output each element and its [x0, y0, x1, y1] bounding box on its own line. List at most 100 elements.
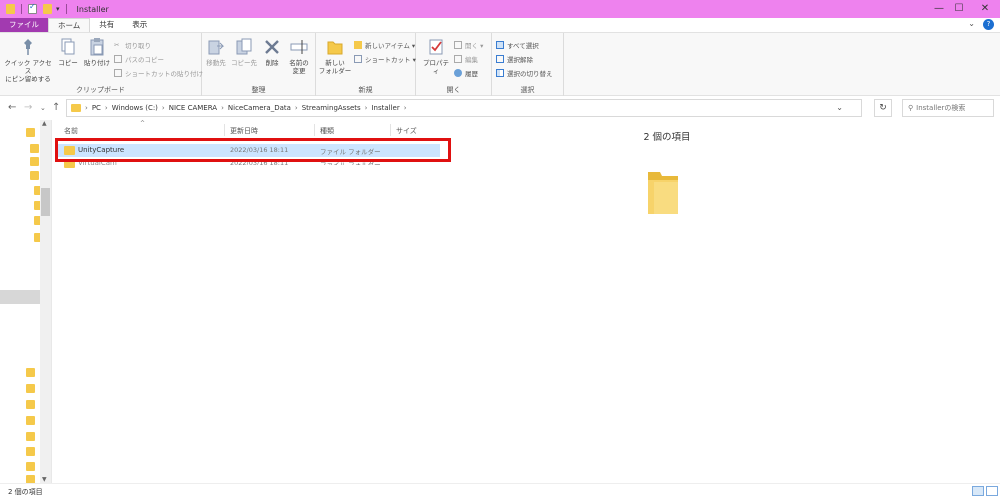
select-all-button[interactable]: すべて選択	[496, 40, 539, 50]
chevron-down-icon[interactable]: ▾	[56, 5, 60, 13]
folder-icon[interactable]	[30, 171, 39, 180]
separator	[65, 4, 67, 14]
large-folder-icon	[646, 168, 680, 216]
folder-icon[interactable]	[26, 432, 35, 441]
history-button[interactable]: 履歴	[454, 68, 478, 78]
nav-pane-scrollbar[interactable]: ▲ ▼	[40, 120, 51, 483]
chevron-right-icon[interactable]: ›	[85, 104, 88, 112]
paste-shortcut-label: ショートカットの貼り付け	[125, 70, 203, 78]
edit-button[interactable]: 編集	[454, 54, 478, 64]
folder-icon[interactable]	[26, 384, 35, 393]
breadcrumb-nicecamera-data[interactable]: NiceCamera_Data	[228, 104, 291, 112]
column-divider[interactable]	[314, 124, 315, 136]
delete-icon	[263, 37, 281, 57]
folder-icon[interactable]	[26, 400, 35, 409]
rename-label: 名前の 変更	[289, 59, 309, 75]
separator	[21, 4, 22, 14]
tab-home[interactable]: ホーム	[48, 18, 91, 32]
copy-path-button[interactable]: パスのコピー	[114, 54, 164, 64]
folder-icon[interactable]	[26, 128, 35, 137]
folder-icon[interactable]	[30, 157, 39, 166]
invert-selection-label: 選択の切り替え	[507, 70, 553, 78]
group-open: プロパティ 開く ▾ 編集 履歴 開く	[416, 33, 492, 97]
recent-locations-chevron-icon[interactable]: ⌄	[40, 104, 46, 112]
help-icon[interactable]: ?	[983, 19, 994, 30]
scrollbar-thumb[interactable]	[41, 188, 50, 216]
tab-share[interactable]: 共有	[90, 18, 123, 32]
title-bar: ▾ Installer — ☐ ✕	[0, 0, 1000, 18]
paste-label: 貼り付け	[84, 59, 110, 67]
large-icons-view-icon[interactable]	[986, 486, 998, 496]
copy-button[interactable]: コピー	[56, 37, 80, 67]
chevron-right-icon[interactable]: ›	[221, 104, 224, 112]
breadcrumb-installer[interactable]: Installer	[371, 104, 399, 112]
breadcrumb-pc[interactable]: PC	[92, 104, 101, 112]
new-item-button[interactable]: 新しいアイテム ▾	[354, 40, 415, 50]
clipboard-icon	[88, 37, 106, 57]
column-header-size[interactable]: サイズ	[396, 126, 417, 136]
select-all-icon	[496, 41, 504, 49]
column-header-type[interactable]: 種類	[320, 126, 334, 136]
chevron-right-icon[interactable]: ›	[365, 104, 368, 112]
chevron-down-icon[interactable]: ⌄	[968, 19, 975, 30]
folder-icon[interactable]	[26, 447, 35, 456]
search-box[interactable]: ⚲	[902, 99, 994, 117]
scroll-down-icon[interactable]: ▼	[42, 476, 47, 483]
selected-tree-item[interactable]	[0, 290, 40, 304]
rename-button[interactable]: 名前の 変更	[286, 37, 312, 75]
breadcrumb-nice-camera[interactable]: NICE CAMERA	[169, 104, 217, 112]
ribbon-tabs: ファイル ホーム 共有 表示 ⌄ ?	[0, 18, 1000, 32]
chevron-down-icon[interactable]: ⌄	[836, 103, 843, 112]
invert-selection-button[interactable]: 選択の切り替え	[496, 68, 553, 78]
forward-arrow-icon[interactable]: →	[24, 102, 32, 113]
breadcrumb-streamingassets[interactable]: StreamingAssets	[302, 104, 361, 112]
chevron-right-icon[interactable]: ›	[295, 104, 298, 112]
copy-path-icon	[114, 55, 122, 63]
preview-item-count: 2 個の項目	[643, 132, 691, 143]
up-arrow-icon[interactable]: ↑	[52, 102, 60, 113]
folder-icon[interactable]	[30, 144, 39, 153]
navigation-bar: ← → ⌄ ↑ › PC › Windows (C:) › NICE CAMER…	[0, 96, 1000, 120]
properties-quick-icon[interactable]	[28, 2, 37, 14]
copy-to-button[interactable]: コピー先	[230, 37, 258, 67]
cut-button[interactable]: ✂ 切り取り	[114, 40, 151, 50]
column-header-name[interactable]: 名前	[64, 126, 78, 136]
refresh-button[interactable]: ↻	[874, 99, 892, 117]
shortcut-icon	[354, 55, 362, 63]
folder-icon[interactable]	[26, 368, 35, 377]
window-title: Installer	[76, 4, 109, 14]
scroll-up-icon[interactable]: ▲	[42, 120, 47, 127]
group-new: 新しい フォルダー 新しいアイテム ▾ ショートカット ▾ 新規	[316, 33, 416, 97]
delete-button[interactable]: 削除	[262, 37, 282, 67]
move-to-label: 移動先	[206, 59, 226, 67]
search-input[interactable]	[916, 104, 991, 112]
pin-quick-access-button[interactable]: クイック アクセス にピン留めする	[4, 37, 52, 83]
breadcrumb-windows-c[interactable]: Windows (C:)	[112, 104, 158, 112]
chevron-right-icon[interactable]: ›	[162, 104, 165, 112]
column-divider[interactable]	[390, 124, 391, 136]
new-folder-quick-icon[interactable]	[43, 4, 52, 14]
details-view-icon[interactable]	[972, 486, 984, 496]
select-none-button[interactable]: 選択解除	[496, 54, 533, 64]
paste-shortcut-button[interactable]: ショートカットの貼り付け	[114, 68, 203, 78]
back-arrow-icon[interactable]: ←	[8, 102, 16, 113]
open-button[interactable]: 開く ▾	[454, 40, 483, 50]
column-header-date[interactable]: 更新日時	[230, 126, 258, 136]
close-button[interactable]: ✕	[970, 0, 1000, 18]
tab-view[interactable]: 表示	[123, 18, 156, 32]
cut-label: 切り取り	[125, 42, 151, 50]
folder-icon[interactable]	[26, 416, 35, 425]
tab-file[interactable]: ファイル	[0, 18, 48, 32]
open-label: 開く ▾	[465, 42, 484, 50]
new-folder-button[interactable]: 新しい フォルダー	[318, 37, 352, 75]
column-divider[interactable]	[224, 124, 225, 136]
address-bar[interactable]: › PC › Windows (C:) › NICE CAMERA › Nice…	[66, 99, 862, 117]
properties-button[interactable]: プロパティ	[420, 37, 452, 75]
folder-icon	[71, 104, 81, 112]
move-to-button[interactable]: 移動先	[204, 37, 228, 67]
chevron-right-icon[interactable]: ›	[404, 104, 407, 112]
shortcut-button[interactable]: ショートカット ▾	[354, 54, 416, 64]
chevron-right-icon[interactable]: ›	[105, 104, 108, 112]
folder-icon[interactable]	[26, 462, 35, 471]
paste-button[interactable]: 貼り付け	[82, 37, 112, 67]
